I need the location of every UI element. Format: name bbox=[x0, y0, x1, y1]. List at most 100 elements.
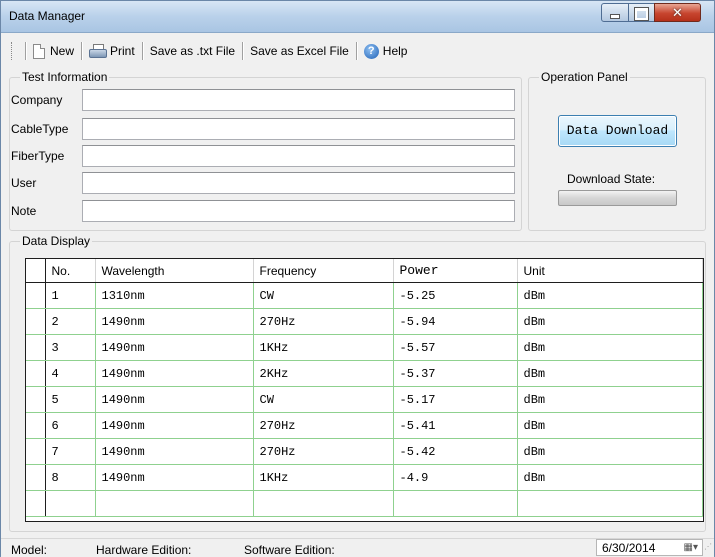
cell-frequency[interactable] bbox=[253, 490, 394, 517]
cell-no[interactable]: 3 bbox=[45, 334, 96, 361]
cell-power[interactable]: -4.9 bbox=[393, 464, 518, 491]
print-button[interactable]: Print bbox=[88, 40, 136, 62]
table-row[interactable]: 5 1490nm CW -5.17 dBm bbox=[26, 386, 703, 413]
cell-unit[interactable]: dBm bbox=[517, 464, 703, 491]
cell-unit[interactable]: dBm bbox=[517, 438, 703, 465]
column-header-frequency[interactable]: Frequency bbox=[253, 259, 394, 283]
minimize-button[interactable] bbox=[601, 3, 629, 22]
fiber-type-field[interactable] bbox=[82, 145, 515, 167]
fiber-type-input[interactable] bbox=[83, 146, 514, 166]
cell-wavelength[interactable]: 1490nm bbox=[95, 412, 254, 439]
cell-unit[interactable]: dBm bbox=[517, 412, 703, 439]
software-edition-label: Software Edition: bbox=[244, 543, 335, 557]
data-grid[interactable]: No. Wavelength Frequency Power Unit 1 131… bbox=[25, 258, 704, 522]
save-excel-button[interactable]: Save as Excel File bbox=[249, 40, 350, 62]
cell-unit[interactable]: dBm bbox=[517, 386, 703, 413]
cell-power[interactable]: -5.25 bbox=[393, 282, 518, 309]
save-txt-button[interactable]: Save as .txt File bbox=[149, 40, 236, 62]
row-header[interactable] bbox=[26, 464, 46, 491]
cell-wavelength[interactable]: 1490nm bbox=[95, 438, 254, 465]
cable-type-field[interactable] bbox=[82, 118, 515, 140]
note-input[interactable] bbox=[83, 201, 514, 221]
cell-no[interactable]: 8 bbox=[45, 464, 96, 491]
cell-frequency[interactable]: 270Hz bbox=[253, 438, 394, 465]
user-input[interactable] bbox=[83, 173, 514, 193]
row-header[interactable] bbox=[26, 412, 46, 439]
column-header-no[interactable]: No. bbox=[45, 259, 96, 283]
row-header[interactable] bbox=[26, 334, 46, 361]
company-input[interactable] bbox=[83, 90, 514, 110]
row-header[interactable] bbox=[26, 308, 46, 335]
close-button[interactable]: ✕ bbox=[654, 3, 701, 22]
cell-wavelength[interactable]: 1490nm bbox=[95, 360, 254, 387]
cell-wavelength[interactable]: 1490nm bbox=[95, 386, 254, 413]
cell-unit[interactable] bbox=[517, 490, 703, 517]
cell-power[interactable]: -5.41 bbox=[393, 412, 518, 439]
table-row[interactable]: 2 1490nm 270Hz -5.94 dBm bbox=[26, 308, 703, 335]
note-field[interactable] bbox=[82, 200, 515, 222]
table-row[interactable]: 3 1490nm 1KHz -5.57 dBm bbox=[26, 334, 703, 361]
cell-unit[interactable]: dBm bbox=[517, 360, 703, 387]
cell-wavelength[interactable] bbox=[95, 490, 254, 517]
company-field[interactable] bbox=[82, 89, 515, 111]
cell-power[interactable]: -5.17 bbox=[393, 386, 518, 413]
cell-no[interactable] bbox=[45, 490, 96, 517]
row-header[interactable] bbox=[26, 438, 46, 465]
cable-type-input[interactable] bbox=[83, 119, 514, 139]
cell-power[interactable] bbox=[393, 490, 518, 517]
row-header[interactable] bbox=[26, 490, 46, 517]
new-button[interactable]: New bbox=[32, 40, 75, 62]
row-header[interactable] bbox=[26, 360, 46, 387]
cell-no[interactable]: 6 bbox=[45, 412, 96, 439]
cell-power[interactable]: -5.42 bbox=[393, 438, 518, 465]
row-header[interactable] bbox=[26, 386, 46, 413]
cell-wavelength[interactable]: 1490nm bbox=[95, 464, 254, 491]
cell-no[interactable]: 7 bbox=[45, 438, 96, 465]
cell-frequency[interactable]: CW bbox=[253, 386, 394, 413]
cell-unit[interactable]: dBm bbox=[517, 282, 703, 309]
table-row[interactable]: 7 1490nm 270Hz -5.42 dBm bbox=[26, 438, 703, 465]
cell-unit[interactable]: dBm bbox=[517, 308, 703, 335]
cell-power[interactable]: -5.57 bbox=[393, 334, 518, 361]
cell-wavelength[interactable]: 1310nm bbox=[95, 282, 254, 309]
cell-unit[interactable]: dBm bbox=[517, 334, 703, 361]
cell-no[interactable]: 4 bbox=[45, 360, 96, 387]
cell-frequency[interactable]: 1KHz bbox=[253, 334, 394, 361]
maximize-button[interactable] bbox=[628, 3, 655, 22]
column-header-power[interactable]: Power bbox=[393, 259, 518, 283]
new-document-icon bbox=[33, 43, 45, 59]
table-row[interactable]: 6 1490nm 270Hz -5.41 dBm bbox=[26, 412, 703, 439]
cell-frequency[interactable]: 2KHz bbox=[253, 360, 394, 387]
table-row[interactable]: 4 1490nm 2KHz -5.37 dBm bbox=[26, 360, 703, 387]
toolbar-grip[interactable] bbox=[11, 42, 15, 60]
cell-frequency[interactable]: 270Hz bbox=[253, 412, 394, 439]
data-download-button[interactable]: Data Download bbox=[558, 115, 677, 147]
cell-frequency[interactable]: CW bbox=[253, 282, 394, 309]
data-table: No. Wavelength Frequency Power Unit 1 131… bbox=[26, 259, 703, 517]
cell-power[interactable]: -5.37 bbox=[393, 360, 518, 387]
cell-power[interactable]: -5.94 bbox=[393, 308, 518, 335]
cell-frequency[interactable]: 270Hz bbox=[253, 308, 394, 335]
cell-frequency[interactable]: 1KHz bbox=[253, 464, 394, 491]
row-header[interactable] bbox=[26, 282, 46, 309]
title-bar[interactable]: Data Manager ✕ bbox=[1, 1, 714, 33]
cell-wavelength[interactable]: 1490nm bbox=[95, 334, 254, 361]
resize-grip-icon[interactable]: ⋰ bbox=[704, 543, 712, 551]
table-row[interactable] bbox=[26, 490, 703, 517]
cell-wavelength[interactable]: 1490nm bbox=[95, 308, 254, 335]
user-field[interactable] bbox=[82, 172, 515, 194]
row-header-corner[interactable] bbox=[26, 259, 46, 283]
company-label: Company bbox=[11, 93, 63, 107]
maximize-icon bbox=[634, 7, 649, 21]
date-picker[interactable]: 6/30/2014 ▦▾ bbox=[596, 539, 703, 556]
cell-no[interactable]: 2 bbox=[45, 308, 96, 335]
cell-no[interactable]: 5 bbox=[45, 386, 96, 413]
help-button[interactable]: ? Help bbox=[363, 40, 409, 62]
calendar-dropdown-icon[interactable]: ▦▾ bbox=[684, 542, 698, 553]
column-header-wavelength[interactable]: Wavelength bbox=[95, 259, 254, 283]
user-label: User bbox=[11, 176, 37, 190]
column-header-unit[interactable]: Unit bbox=[517, 259, 703, 283]
table-row[interactable]: 1 1310nm CW -5.25 dBm bbox=[26, 282, 703, 309]
cell-no[interactable]: 1 bbox=[45, 282, 96, 309]
table-row[interactable]: 8 1490nm 1KHz -4.9 dBm bbox=[26, 464, 703, 491]
